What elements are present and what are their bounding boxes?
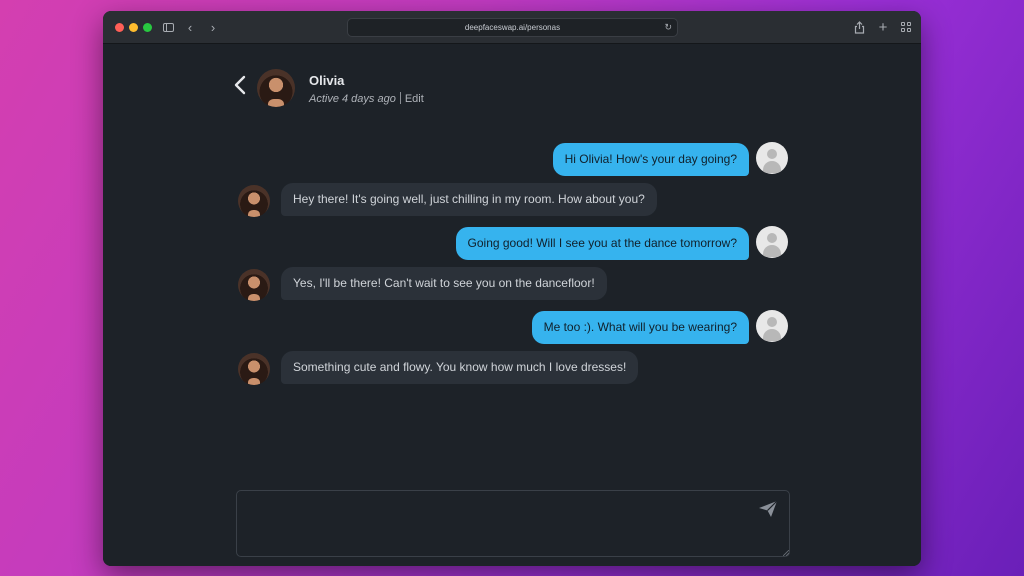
browser-back-icon[interactable]: ‹ — [183, 18, 197, 36]
status-divider — [399, 92, 401, 104]
persona-message-bubble: Yes, I'll be there! Can't wait to see yo… — [281, 267, 607, 300]
chat-header: Olivia Active 4 days ago Edit — [233, 69, 533, 109]
user-message-bubble: Going good! Will I see you at the dance … — [455, 227, 749, 260]
persona-message-avatar — [238, 353, 270, 385]
paper-plane-icon[interactable] — [758, 500, 778, 518]
browser-toolbar: ‹ › deepfaceswap.ai/personas ↻ + — [103, 11, 921, 44]
persona-message-bubble: Hey there! It's going well, just chillin… — [281, 183, 657, 216]
message-input[interactable] — [236, 490, 790, 557]
browser-forward-icon[interactable]: › — [206, 18, 220, 36]
sidebar-toggle-icon[interactable] — [161, 18, 175, 36]
back-chevron-icon[interactable] — [233, 75, 247, 95]
persona-name: Olivia — [309, 73, 345, 88]
edit-link[interactable]: Edit — [405, 93, 424, 105]
close-window-button[interactable] — [115, 23, 124, 32]
address-bar-url: deepfaceswap.ai/personas — [464, 23, 561, 32]
persona-message-bubble: Something cute and flowy. You know how m… — [281, 351, 639, 384]
persona-status-line: Active 4 days ago Edit — [309, 92, 424, 105]
reload-icon[interactable]: ↻ — [664, 22, 672, 33]
user-avatar-icon — [756, 310, 788, 342]
tab-overview-icon[interactable] — [899, 18, 913, 36]
resize-grip-icon[interactable] — [783, 550, 789, 556]
persona-status: Active 4 days ago — [309, 93, 396, 105]
share-icon[interactable] — [852, 18, 866, 36]
browser-window: ‹ › deepfaceswap.ai/personas ↻ + Olivia … — [103, 11, 921, 566]
user-avatar-icon — [756, 226, 788, 258]
user-message-bubble: Me too :). What will you be wearing? — [531, 311, 749, 344]
address-bar[interactable]: deepfaceswap.ai/personas ↻ — [347, 18, 678, 37]
user-avatar-icon — [756, 142, 788, 174]
chat-page: Olivia Active 4 days ago Edit Hi Olivia! … — [103, 45, 921, 566]
persona-message-avatar — [238, 269, 270, 301]
new-tab-icon[interactable]: + — [876, 18, 890, 36]
minimize-window-button[interactable] — [129, 23, 138, 32]
persona-message-avatar — [238, 185, 270, 217]
persona-avatar[interactable] — [257, 69, 295, 107]
zoom-window-button[interactable] — [143, 23, 152, 32]
user-message-bubble: Hi Olivia! How's your day going? — [552, 143, 749, 176]
